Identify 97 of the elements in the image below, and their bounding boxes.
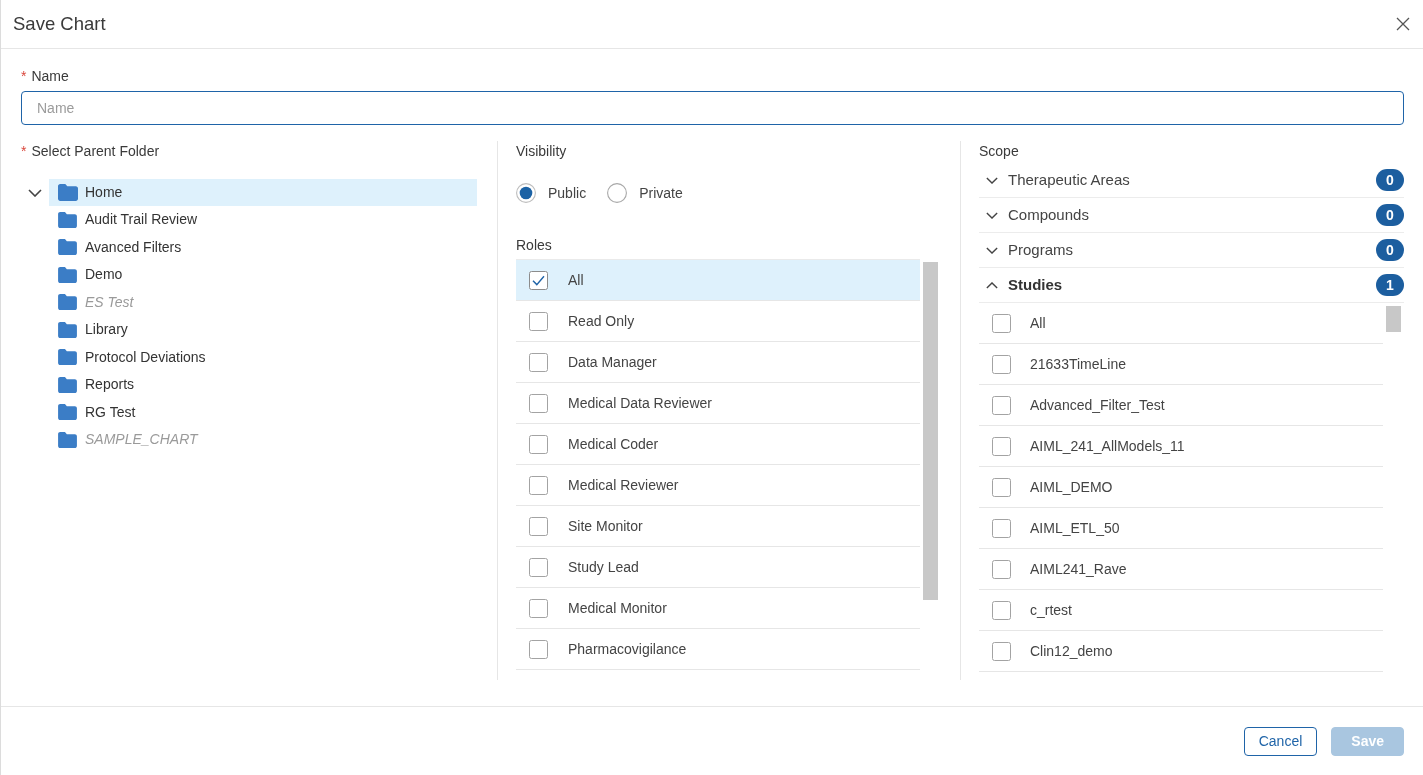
cancel-button[interactable]: Cancel xyxy=(1243,727,1318,756)
section-label: Scope xyxy=(979,142,1020,160)
checkbox[interactable] xyxy=(529,311,548,331)
count-badge: 0 xyxy=(1376,204,1404,226)
tree-item[interactable]: Library xyxy=(58,316,477,344)
study-label: AIML_DEMO xyxy=(1030,477,1113,497)
dialog-title: Save Chart xyxy=(13,12,106,36)
tree-item[interactable]: Reports xyxy=(58,371,477,399)
accordion-header[interactable]: Studies 1 xyxy=(979,268,1404,303)
study-label: Advanced_Filter_Test xyxy=(1030,395,1165,415)
role-row[interactable]: Medical Data Reviewer xyxy=(516,383,920,424)
folder-icon xyxy=(58,239,77,256)
checkbox[interactable] xyxy=(529,557,548,577)
role-row[interactable]: Pharmacovigilance xyxy=(516,629,920,670)
folder-icon xyxy=(58,349,77,366)
role-label: Data Manager xyxy=(568,352,657,372)
role-row[interactable]: Medical Reviewer xyxy=(516,465,920,506)
role-label: Medical Monitor xyxy=(568,598,667,618)
study-label: AIML_ETL_50 xyxy=(1030,518,1120,538)
role-row[interactable]: Site Monitor xyxy=(516,506,920,547)
folder-icon xyxy=(58,321,77,338)
accordion-header[interactable]: Compounds 0 xyxy=(979,198,1404,233)
study-label: Clin12_demo xyxy=(1030,641,1113,661)
role-label: Read Only xyxy=(568,311,635,331)
tree-item[interactable]: Home xyxy=(49,179,477,206)
checkbox[interactable] xyxy=(992,641,1011,661)
checkbox[interactable] xyxy=(529,352,548,372)
accordion-header[interactable]: Programs 0 xyxy=(979,233,1404,268)
required-marker: * xyxy=(21,67,27,85)
count-badge: 0 xyxy=(1376,169,1404,191)
count-badge: 1 xyxy=(1376,274,1404,296)
folder-icon xyxy=(58,266,77,283)
checkbox[interactable] xyxy=(992,395,1011,415)
role-label: Study Lead xyxy=(568,557,639,577)
role-label: Medical Data Reviewer xyxy=(568,393,712,413)
accordion-header[interactable]: Therapeutic Areas 0 xyxy=(979,163,1404,198)
checkbox[interactable] xyxy=(529,434,548,454)
tree-item[interactable]: Avanced Filters xyxy=(58,233,477,261)
folder-icon xyxy=(58,184,78,201)
tree-item[interactable]: RG Test xyxy=(58,398,477,426)
checkbox[interactable] xyxy=(529,393,548,413)
role-label: Site Monitor xyxy=(568,516,643,536)
study-label: 21633TimeLine xyxy=(1030,354,1126,374)
role-label: Pharmacovigilance xyxy=(568,639,687,659)
section-label: Visibility xyxy=(516,142,568,160)
radio-button[interactable] xyxy=(516,183,536,203)
folder-icon xyxy=(58,294,77,311)
tree-item[interactable]: Audit Trail Review xyxy=(58,206,477,234)
role-row[interactable]: All xyxy=(516,260,920,301)
study-label: All xyxy=(1030,313,1046,333)
checkbox[interactable] xyxy=(992,354,1011,374)
role-label: Medical Reviewer xyxy=(568,475,679,495)
checkbox[interactable] xyxy=(992,436,1011,456)
study-label: AIML241_Rave xyxy=(1030,559,1127,579)
role-label: All xyxy=(568,270,584,290)
folder-icon xyxy=(58,431,77,448)
radio-label[interactable]: Public xyxy=(548,183,587,203)
chevron-down-icon[interactable] xyxy=(986,176,998,184)
chevron-down-icon[interactable] xyxy=(986,211,998,219)
close-button[interactable] xyxy=(1395,16,1411,32)
chevron-down-icon[interactable] xyxy=(986,246,998,254)
role-row[interactable]: Medical Monitor xyxy=(516,588,920,629)
folder-icon xyxy=(58,211,77,228)
name-input[interactable]: Name xyxy=(21,91,1404,125)
scrollbar-thumb[interactable] xyxy=(1386,306,1401,332)
chevron-up-icon[interactable] xyxy=(986,281,998,289)
radio-label[interactable]: Private xyxy=(639,183,683,203)
field-label: Name xyxy=(31,67,69,85)
radio-button[interactable] xyxy=(607,183,628,203)
checkbox[interactable] xyxy=(992,600,1011,620)
checkbox[interactable] xyxy=(992,477,1011,497)
required-marker: * xyxy=(21,142,27,160)
scrollbar-thumb[interactable] xyxy=(923,262,938,600)
folder-icon xyxy=(58,376,77,393)
checkbox[interactable] xyxy=(529,639,548,659)
role-label: Medical Coder xyxy=(568,434,659,454)
study-label: AIML_241_AllModels_11 xyxy=(1030,436,1185,456)
folder-icon xyxy=(58,404,77,421)
field-label: Select Parent Folder xyxy=(31,142,160,160)
checkbox[interactable] xyxy=(992,559,1011,579)
chevron-down-icon[interactable] xyxy=(28,188,42,197)
role-row[interactable]: Data Manager xyxy=(516,342,920,383)
role-row[interactable]: Study Lead xyxy=(516,547,920,588)
checkbox[interactable] xyxy=(529,270,548,290)
checkbox[interactable] xyxy=(529,598,548,618)
tree-item[interactable]: Protocol Deviations xyxy=(58,343,477,371)
role-row[interactable]: Medical Coder xyxy=(516,424,920,465)
section-label: Roles xyxy=(516,236,553,254)
role-row[interactable]: Read Only xyxy=(516,301,920,342)
close-icon xyxy=(1396,17,1410,31)
tree-item[interactable]: Demo xyxy=(58,261,477,289)
count-badge: 0 xyxy=(1376,239,1404,261)
checkbox[interactable] xyxy=(529,516,548,536)
checkbox[interactable] xyxy=(529,475,548,495)
checkbox[interactable] xyxy=(992,518,1011,538)
checkbox[interactable] xyxy=(992,313,1011,333)
study-label: c_rtest xyxy=(1030,600,1072,620)
